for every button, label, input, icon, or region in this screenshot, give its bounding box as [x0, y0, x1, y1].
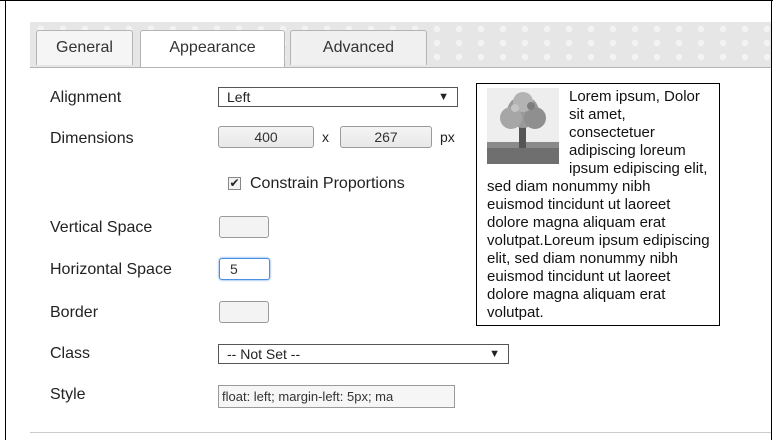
tab-general[interactable]: General: [36, 30, 133, 65]
height-input[interactable]: 267: [340, 126, 432, 148]
class-label: Class: [50, 345, 91, 362]
vertical-space-label: Vertical Space: [50, 219, 153, 236]
dimension-separator: x: [322, 129, 329, 145]
dropdown-arrow-icon: ▼: [438, 91, 449, 103]
class-value: -- Not Set --: [227, 346, 301, 362]
dropdown-arrow-icon: ▼: [489, 348, 500, 360]
horizontal-space-input[interactable]: 5: [219, 258, 270, 280]
vertical-space-input[interactable]: [219, 216, 269, 238]
horizontal-space-label: Horizontal Space: [50, 261, 172, 278]
tab-bar: General Appearance Advanced: [30, 22, 771, 68]
style-input[interactable]: float: left; margin-left: 5px; ma: [218, 385, 455, 408]
panel-divider: [30, 432, 771, 433]
tree-image-icon: [487, 88, 559, 164]
window-frame-left: [5, 0, 6, 440]
alignment-select[interactable]: Left ▼: [218, 87, 458, 107]
dimensions-label: Dimensions: [50, 130, 134, 147]
tab-advanced[interactable]: Advanced: [290, 30, 427, 65]
constrain-label: Constrain Proportions: [250, 175, 405, 192]
border-input[interactable]: [219, 301, 269, 323]
style-label: Style: [50, 386, 86, 403]
constrain-checkbox[interactable]: ✔: [228, 177, 241, 190]
window-frame-right: [771, 0, 772, 440]
class-select[interactable]: -- Not Set -- ▼: [218, 344, 509, 364]
dimension-unit: px: [440, 129, 455, 145]
width-input[interactable]: 400: [218, 126, 314, 148]
window-frame-top: [0, 0, 773, 1]
tab-appearance[interactable]: Appearance: [140, 30, 285, 67]
alignment-value: Left: [227, 89, 251, 105]
border-label: Border: [50, 304, 99, 321]
alignment-label: Alignment: [50, 89, 122, 106]
image-preview-box: Lorem ipsum, Dolor sit amet, consectetue…: [476, 83, 720, 326]
